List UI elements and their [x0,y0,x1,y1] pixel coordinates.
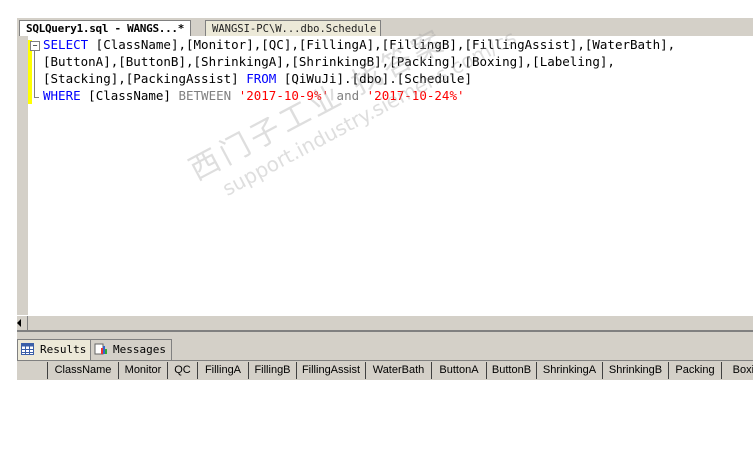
column-header[interactable]: ShrinkingA [536,362,602,379]
document-tab-strip: SQLQuery1.sql - WANGS...* WANGSI-PC\W...… [17,18,753,38]
outline-guide-end [34,97,39,98]
scrollbar-track[interactable] [27,316,753,331]
column-header[interactable]: FillingAssist [296,362,365,379]
column-header[interactable]: Packing [668,362,721,379]
tab-results[interactable]: Results [17,339,93,360]
code-token: [Stacking],[PackingAssist] [43,71,247,86]
grid-icon [21,343,34,355]
column-header[interactable]: WaterBath [365,362,431,379]
scroll-left-icon[interactable] [17,319,21,327]
column-header[interactable]: ButtonB [486,362,536,379]
results-tab-bar: Results Messages [17,330,753,362]
column-header[interactable]: Boxing [721,362,753,379]
horizontal-scrollbar[interactable] [17,315,753,331]
code-token: FROM [246,71,277,86]
column-header[interactable]: FillingB [248,362,296,379]
column-header[interactable]: FillingA [197,362,248,379]
column-header[interactable]: ShrinkingB [602,362,668,379]
code-line[interactable]: [ButtonA],[ButtonB],[ShrinkingA],[Shrink… [43,53,615,70]
code-token: BETWEEN [178,88,232,103]
column-header[interactable]: Monitor [118,362,167,379]
column-header[interactable]: ClassName [47,362,118,379]
code-token: [ClassName] [80,88,179,103]
messages-icon [94,343,107,355]
results-grid-header: ClassName Monitor QC FillingA FillingB Fillin… [17,360,753,380]
code-token: WHERE [43,88,81,103]
tab-messages[interactable]: Messages [90,339,172,360]
code-token: [ButtonA],[ButtonB],[ShrinkingA],[Shrink… [43,54,615,69]
column-header[interactable]: QC [167,362,197,379]
collapse-icon[interactable]: − [30,41,40,51]
outline-guide [34,51,35,98]
tab-schedule[interactable]: WANGSI-PC\W...dbo.Schedule [205,20,381,37]
column-header[interactable]: ButtonA [431,362,486,379]
code-line[interactable]: SELECT [ClassName],[Monitor],[QC],[Filli… [43,36,675,53]
results-label: Results [40,343,87,356]
code-token: SELECT [43,37,89,52]
messages-label: Messages [113,343,166,356]
